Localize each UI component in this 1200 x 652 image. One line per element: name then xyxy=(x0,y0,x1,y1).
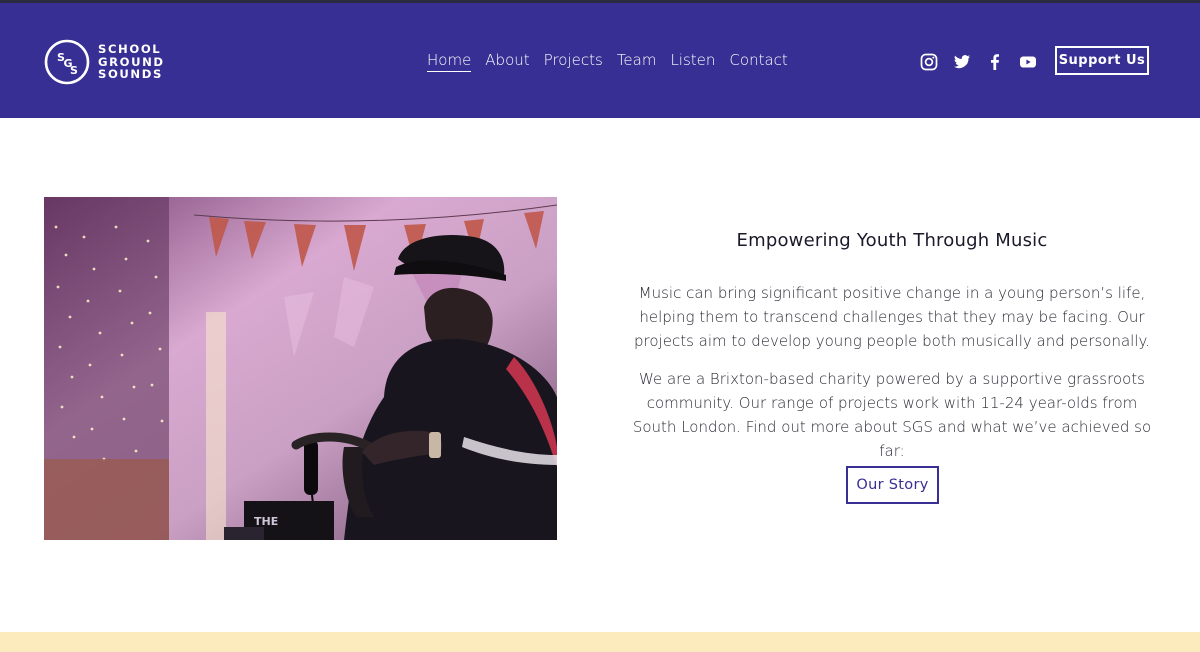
social-links xyxy=(920,53,1037,71)
hero-photo: THE xyxy=(44,197,557,540)
intro-paragraph-2: We are a Brixton-based charity powered b… xyxy=(632,370,1152,460)
svg-text:S: S xyxy=(70,64,78,77)
support-us-button[interactable]: Support Us xyxy=(1055,46,1149,75)
nav-projects[interactable]: Projects xyxy=(544,51,603,72)
twitter-icon[interactable] xyxy=(953,53,971,71)
logo-line-school: SCHOOL xyxy=(98,42,162,57)
logo[interactable]: S G S SCHOOL GROUND SOUNDS xyxy=(44,38,165,86)
next-section-band xyxy=(0,632,1200,652)
youtube-icon[interactable] xyxy=(1019,53,1037,71)
section-title: Empowering Youth Through Music xyxy=(736,230,1048,251)
main-nav: Home About Projects Team Listen Contact xyxy=(427,51,788,72)
svg-text:THE: THE xyxy=(254,515,278,528)
nav-contact[interactable]: Contact xyxy=(729,51,787,72)
nav-team[interactable]: Team xyxy=(617,51,657,72)
logo-text: SCHOOL GROUND SOUNDS xyxy=(98,43,165,81)
logo-mark-icon: S G S xyxy=(44,39,90,85)
our-story-button[interactable]: Our Story xyxy=(846,466,939,504)
site-header: S G S SCHOOL GROUND SOUNDS Home About Pr… xyxy=(0,3,1200,118)
nav-home[interactable]: Home xyxy=(427,51,472,72)
instagram-icon[interactable] xyxy=(920,53,938,71)
nav-listen[interactable]: Listen xyxy=(670,51,715,72)
intro-paragraph-1: Music can bring significant positive cha… xyxy=(634,284,1150,350)
nav-about[interactable]: About xyxy=(485,51,529,72)
intro-section: Empowering Youth Through Music Music can… xyxy=(628,197,1156,463)
logo-line-sounds: SOUNDS xyxy=(98,67,163,82)
facebook-icon[interactable] xyxy=(986,53,1004,71)
performer-photo-illustration: THE xyxy=(44,197,557,540)
